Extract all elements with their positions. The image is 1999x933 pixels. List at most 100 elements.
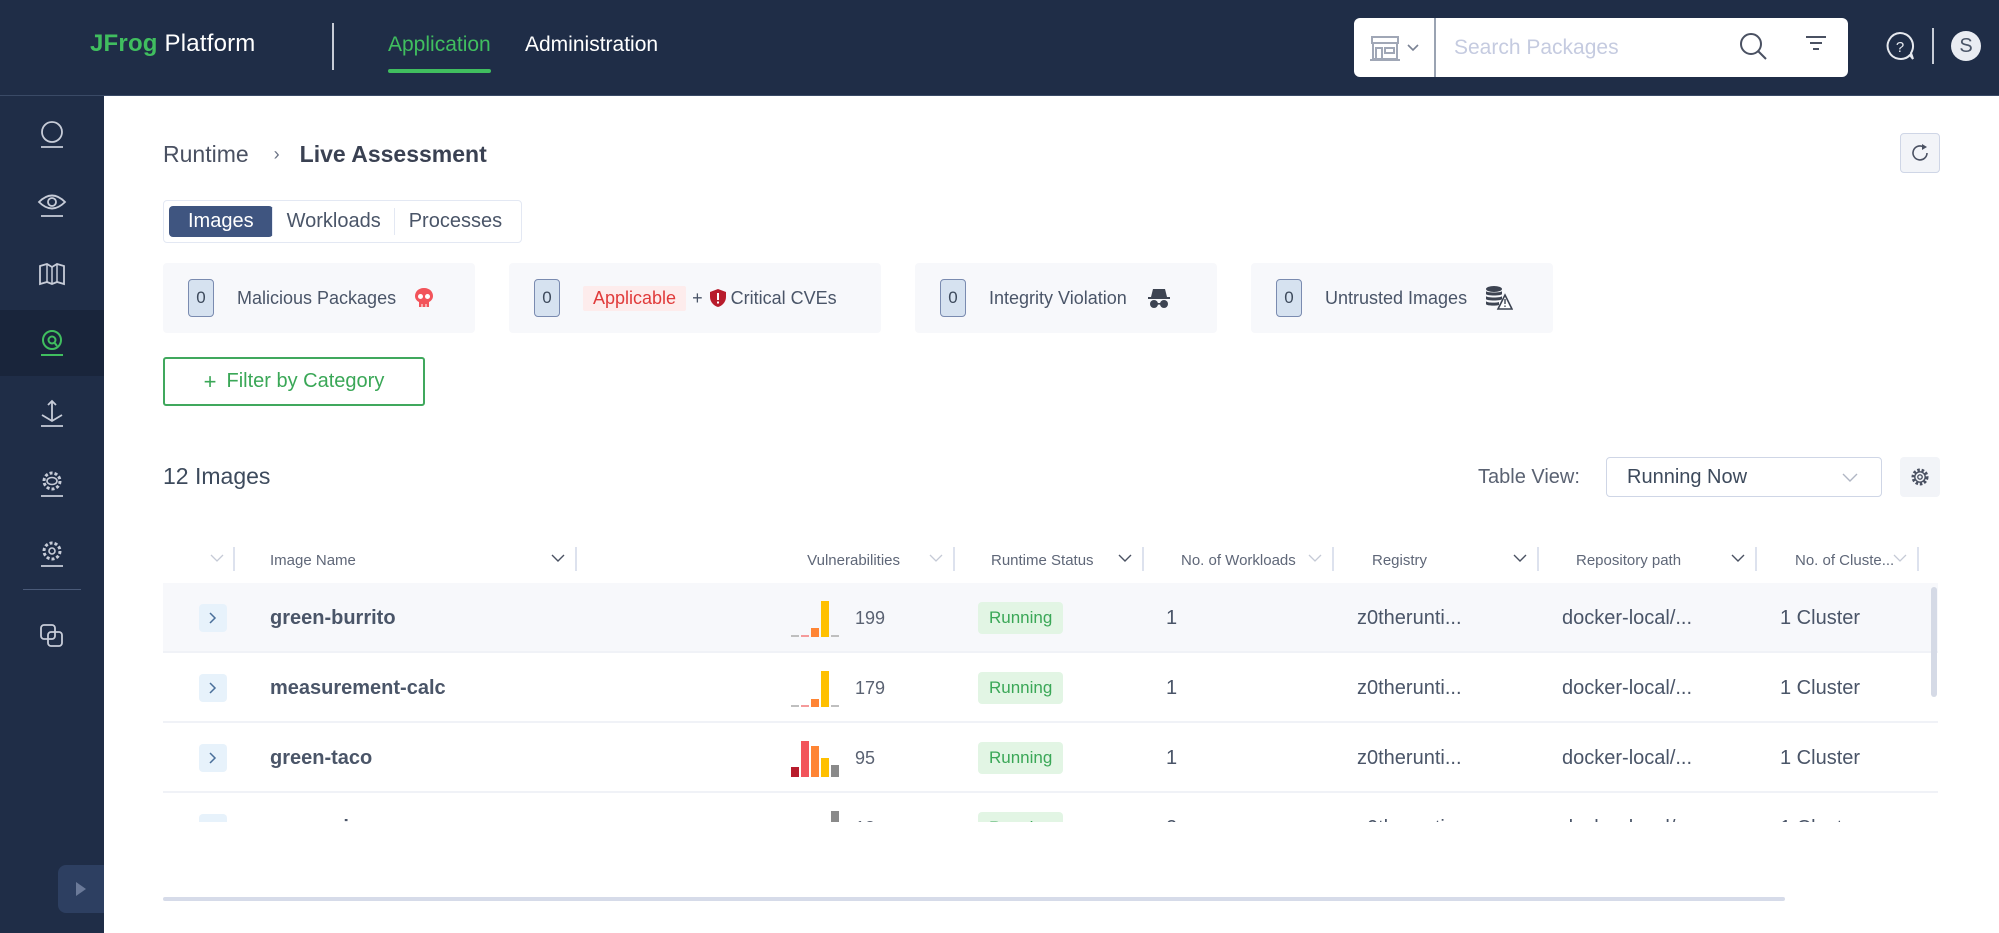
column-workloads[interactable]: No. of Workloads <box>1144 537 1334 583</box>
image-name[interactable]: green-taco <box>270 747 372 770</box>
column-label: Repository path <box>1576 551 1682 569</box>
copy-icon <box>40 624 63 647</box>
filter-by-category-button[interactable]: + Filter by Category <box>163 357 425 406</box>
horizontal-scrollbar[interactable] <box>163 897 1785 901</box>
tab-images[interactable]: Images <box>169 206 273 237</box>
clusters-cell: 1 Cluster <box>1780 583 1860 653</box>
repository-path-cell: docker-local/... <box>1562 723 1692 793</box>
column-expand-all[interactable] <box>163 537 235 583</box>
registry-cell: z0therunti... <box>1357 583 1462 653</box>
vertical-scrollbar[interactable] <box>1931 587 1937 697</box>
table-view-value: Running Now <box>1627 465 1748 488</box>
table-view-label: Table View: <box>1478 466 1580 488</box>
table-row[interactable]: measurement-calc 179 Running 1 z0therunti...… <box>163 653 1938 723</box>
sort-chevron-icon[interactable] <box>1118 553 1132 563</box>
expand-row-button[interactable] <box>199 744 227 772</box>
caret-right-icon <box>76 882 86 896</box>
card-malicious-packages[interactable]: 0 Malicious Packages <box>163 263 475 333</box>
workloads-count: 1 <box>1166 676 1178 699</box>
status-badge: Running <box>978 602 1064 634</box>
table-row[interactable]: green-taco 95 Running 1 z0therunti... docker-… <box>163 723 1938 793</box>
eye-icon <box>37 194 67 217</box>
sidebar-item-deploy[interactable] <box>0 382 104 446</box>
table-view-select[interactable]: Running Now <box>1606 457 1882 497</box>
column-repository-path[interactable]: Repository path <box>1539 537 1757 583</box>
column-partial[interactable]: P <box>1919 537 1938 583</box>
vulnerability-total: 18 <box>855 818 875 823</box>
sort-chevron-icon[interactable] <box>551 553 565 563</box>
expand-row-button[interactable] <box>199 604 227 632</box>
search-packages-input[interactable] <box>1454 35 1744 60</box>
refresh-button[interactable] <box>1900 133 1940 173</box>
tab-processes[interactable]: Processes <box>393 206 516 237</box>
vuln-bar-critical <box>791 705 799 707</box>
vuln-bar-critical <box>791 767 799 777</box>
expand-row-button[interactable] <box>199 814 227 822</box>
gear-icon <box>1911 468 1929 486</box>
sort-chevron-icon[interactable] <box>1513 553 1527 563</box>
column-registry[interactable]: Registry <box>1334 537 1539 583</box>
search-icon[interactable] <box>1739 32 1769 67</box>
column-runtime-status[interactable]: Runtime Status <box>955 537 1144 583</box>
sidebar-item-home[interactable] <box>0 103 104 167</box>
expand-row-button[interactable] <box>199 674 227 702</box>
vulnerability-chart[interactable] <box>791 809 839 822</box>
image-name-cell: measurement-calc <box>270 653 446 723</box>
card-integrity-violation[interactable]: 0 Integrity Violation <box>915 263 1217 333</box>
workloads-cell: 1 <box>1166 583 1177 653</box>
image-name[interactable]: green-burrito <box>270 607 396 630</box>
vuln-bar-unknown <box>831 705 839 707</box>
runtime-status-cell: Running <box>978 793 1064 822</box>
tab-workloads[interactable]: Workloads <box>271 206 395 237</box>
table-row[interactable]: green-pizza 18 Running 2 z0therunti... docker… <box>163 793 1938 822</box>
help-icon[interactable]: ? <box>1883 30 1917 69</box>
vulnerability-chart[interactable] <box>791 669 839 707</box>
workloads-cell: 2 <box>1166 793 1177 823</box>
svg-text:?: ? <box>1896 39 1904 56</box>
sidebar-item-admin[interactable] <box>0 522 104 586</box>
jfrog-logo[interactable]: JFrog Platform <box>90 30 256 58</box>
vulnerability-total: 199 <box>855 607 886 628</box>
expand-cell <box>199 653 227 723</box>
sidebar-item-watch[interactable] <box>0 172 104 236</box>
vulnerability-chart[interactable] <box>791 739 839 777</box>
sort-chevron-icon[interactable] <box>1731 553 1745 563</box>
skull-icon <box>415 288 434 307</box>
sort-chevron-icon[interactable] <box>1308 553 1322 563</box>
package-type-selector[interactable] <box>1354 18 1436 77</box>
table-row[interactable]: green-burrito 199 Running 1 z0therunti... doc… <box>163 583 1938 653</box>
sort-chevron-icon[interactable] <box>929 553 943 563</box>
column-vulnerabilities[interactable]: Vulnerabilities <box>577 537 955 583</box>
breadcrumb: Runtime › Live Assessment <box>163 141 487 168</box>
column-image-name[interactable]: Image Name <box>235 537 577 583</box>
column-clusters[interactable]: No. of Cluste... <box>1757 537 1919 583</box>
workloads-cell: 1 <box>1166 723 1177 793</box>
nav-tab-administration[interactable]: Administration <box>525 33 658 57</box>
filter-icon[interactable] <box>1804 34 1828 59</box>
column-label: No. of Cluste... <box>1795 551 1895 569</box>
integrity-label: Integrity Violation <box>989 287 1127 308</box>
clusters-value: 1 Cluster <box>1780 676 1861 699</box>
sidebar-item-settings[interactable] <box>0 452 104 516</box>
column-label: Image Name <box>270 551 356 569</box>
table-settings-button[interactable] <box>1900 457 1940 497</box>
user-avatar[interactable]: S <box>1951 31 1981 61</box>
vuln-bar-high <box>801 705 809 707</box>
chevron-right-icon: › <box>273 144 280 164</box>
card-applicable-critical-cves[interactable]: 0 Applicable + Critical CVEs <box>509 263 881 333</box>
runtime-icon <box>41 330 63 356</box>
vuln-bar-unknown <box>831 765 839 777</box>
image-name[interactable]: measurement-calc <box>270 677 446 700</box>
image-name[interactable]: green-pizza <box>270 817 380 823</box>
breadcrumb-runtime[interactable]: Runtime <box>163 141 249 168</box>
sidebar-item-switch[interactable] <box>0 604 104 668</box>
incognito-icon <box>1147 289 1170 308</box>
nav-tab-application[interactable]: Application <box>388 33 491 73</box>
sidebar-item-runtime[interactable] <box>0 310 104 376</box>
sidebar-item-library[interactable] <box>0 242 104 306</box>
card-untrusted-images[interactable]: 0 Untrusted Images <box>1251 263 1553 333</box>
sidebar-expand-button[interactable] <box>58 865 104 913</box>
vulnerability-chart[interactable] <box>791 599 839 637</box>
expand-cell <box>199 723 227 793</box>
sort-chevron-icon[interactable] <box>1893 553 1907 563</box>
